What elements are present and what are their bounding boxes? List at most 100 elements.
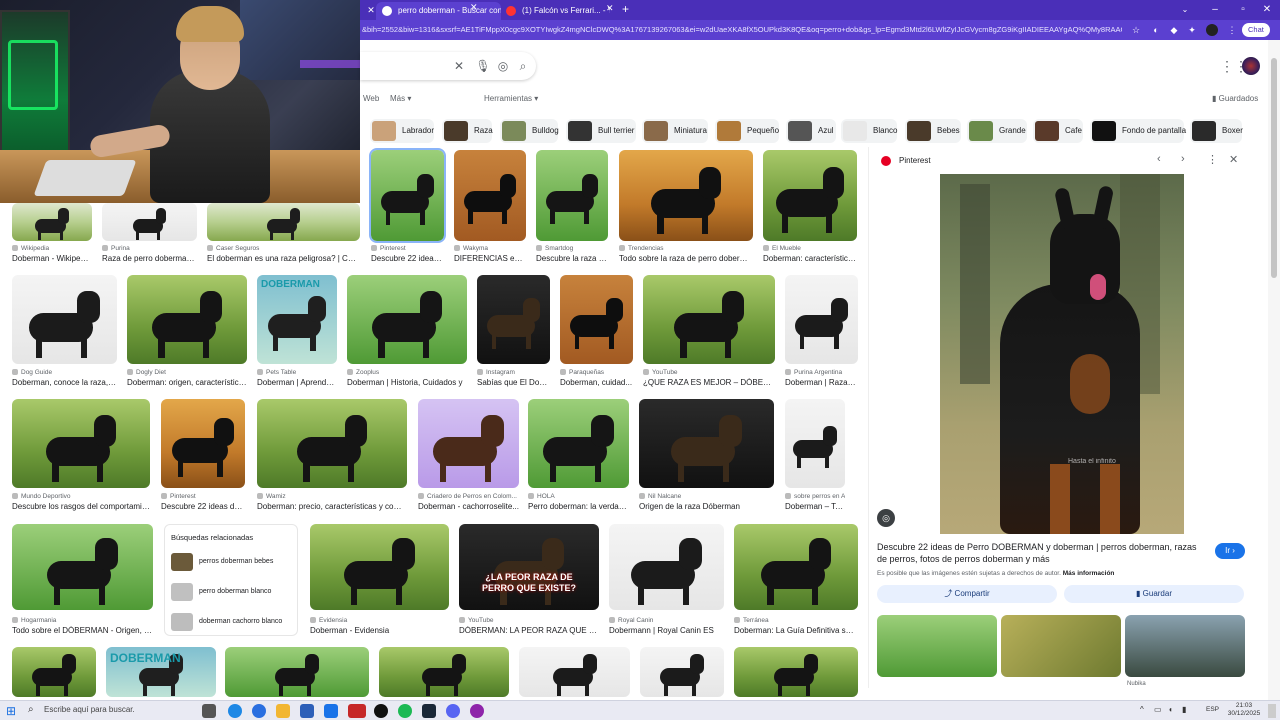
result-title[interactable]: Sabías que El Dob... (477, 378, 550, 387)
chip-boxer[interactable]: Boxer (1190, 119, 1243, 143)
result-thumbnail[interactable] (225, 647, 369, 697)
more-info-link[interactable]: Más información (1063, 570, 1115, 577)
result-source[interactable]: Criadero de Perros en Colom... (418, 493, 519, 500)
taskbar-search[interactable]: Escribe aquí para buscar. (44, 705, 135, 714)
result-title[interactable]: Doberman – Todo... (785, 502, 845, 511)
tab-search-chevron-icon[interactable]: ⌄ (1172, 0, 1198, 20)
menu-dots-icon[interactable]: ⋮ (1226, 24, 1238, 36)
result-thumbnail[interactable] (609, 524, 724, 610)
result-thumbnail[interactable] (310, 524, 449, 610)
result-title[interactable]: DÓBERMAN: LA PEOR RAZA QUE EXI... (459, 626, 599, 635)
chat-button[interactable]: Chat (1242, 23, 1270, 37)
search-box[interactable]: ✕ 🎙 ◎ ⌕ (360, 52, 536, 80)
result-source[interactable]: El Mueble (763, 245, 857, 252)
result-source[interactable]: Pinterest (161, 493, 245, 500)
result-thumbnail[interactable] (734, 524, 858, 610)
result-thumbnail[interactable] (12, 399, 150, 488)
result-title[interactable]: Origen de la raza Dóberman (639, 502, 774, 511)
result-source[interactable]: Royal Canin (609, 617, 724, 624)
result-source[interactable]: sobre perros en Al... (785, 493, 845, 500)
extensions-icon[interactable]: ◐ (1150, 24, 1162, 36)
result-title[interactable]: Doberman: La Guía Definitiva sobr... (734, 626, 858, 635)
lens-icon[interactable]: ◎ (494, 52, 512, 80)
related-image[interactable] (1001, 615, 1121, 677)
save-button[interactable]: ▮ Guardar (1064, 585, 1244, 603)
result-title[interactable]: ¿QUE RAZA ES MEJOR – DÓBER... (643, 378, 775, 387)
panel-title[interactable]: Descubre 22 ideas de Perro DOBERMAN y do… (877, 541, 1207, 565)
tray-chevron-icon[interactable]: ^ (1140, 705, 1144, 714)
result-thumbnail[interactable] (161, 399, 245, 488)
close-window-icon[interactable]: ✕ (1254, 0, 1280, 20)
share-button[interactable]: ⤴ Compartir (877, 585, 1057, 603)
chip-raza[interactable]: Raza (442, 119, 493, 143)
result-source[interactable]: Instagram (477, 369, 550, 376)
saved-link[interactable]: ▮ Guardados (1212, 94, 1258, 103)
chip-bulldog[interactable]: Bulldog (500, 119, 559, 143)
related-item[interactable]: doberman cachorro blanco (171, 611, 295, 633)
result-thumbnail[interactable] (379, 647, 509, 697)
clock[interactable]: 21:03 30/12/2025 (1224, 702, 1264, 718)
result-title[interactable]: Dobermann | Royal Canin ES (609, 626, 724, 635)
result-source[interactable]: Purina (102, 245, 197, 252)
result-thumbnail[interactable] (619, 150, 753, 241)
close-panel-icon[interactable]: ✕ (1229, 153, 1238, 166)
chip-bull-terrier[interactable]: Bull terrier (566, 119, 636, 143)
result-thumbnail[interactable]: ¿LA PEOR RAZA DE PERRO QUE EXISTE? (459, 524, 599, 610)
result-thumbnail[interactable] (369, 148, 446, 243)
nav-web[interactable]: Web (363, 94, 379, 103)
network-icon[interactable]: ▭ (1154, 705, 1162, 714)
result-title[interactable]: El doberman es una raza peligrosa? | Cas… (207, 254, 360, 263)
result-source[interactable]: Evidensia (310, 617, 449, 624)
related-image[interactable] (1125, 615, 1245, 677)
result-thumbnail[interactable] (560, 275, 633, 364)
prev-icon[interactable]: ‹ (1157, 153, 1161, 165)
page-scrollbar[interactable] (1268, 40, 1280, 700)
result-title[interactable]: Doberman, cuidad... (560, 378, 633, 387)
related-image[interactable] (877, 615, 997, 677)
result-thumbnail[interactable] (127, 275, 247, 364)
discord-icon[interactable] (446, 704, 460, 718)
preview-image[interactable]: Hasta el infinito (940, 174, 1184, 534)
result-source[interactable]: Hogarmania (12, 617, 153, 624)
maximize-icon[interactable]: ▫ (1230, 0, 1256, 20)
result-title[interactable]: Descubre los rasgos del comportamient... (12, 502, 150, 511)
result-source[interactable]: YouTube (459, 617, 599, 624)
result-title[interactable]: Doberman | Aprende... (257, 378, 337, 387)
steam-icon[interactable] (422, 704, 436, 718)
result-title[interactable]: Doberman: precio, características y comp… (257, 502, 407, 511)
result-source[interactable]: Nil Nalcane (639, 493, 774, 500)
result-thumbnail[interactable] (643, 275, 775, 364)
scrollbar-thumb[interactable] (1271, 58, 1277, 278)
url-field[interactable]: &bih=2552&biw=1316&sxsrf=AE1TiFMppX0cgc9… (362, 23, 1122, 37)
result-thumbnail[interactable] (418, 399, 519, 488)
search-icon[interactable]: ⌕ (514, 52, 532, 80)
result-source[interactable]: Dog Guide (12, 369, 117, 376)
result-title[interactable]: Doberman: origen, características... (127, 378, 247, 387)
result-title[interactable]: Doberman: característica... (763, 254, 857, 263)
result-title[interactable]: Descubre 22 ideas de... (161, 502, 245, 511)
explorer-icon[interactable] (276, 704, 290, 718)
chip-azul[interactable]: Azul (786, 119, 836, 143)
result-title[interactable]: Descubre 22 ideas... (371, 254, 444, 263)
language-indicator[interactable]: ESP (1206, 706, 1219, 713)
result-thumbnail[interactable] (734, 647, 858, 697)
chip-miniatura[interactable]: Miniatura (642, 119, 708, 143)
windows-start-icon[interactable]: ⊞ (6, 704, 16, 718)
result-thumbnail[interactable] (102, 203, 197, 241)
puzzle-icon[interactable]: ✦ (1186, 24, 1198, 36)
result-thumbnail[interactable] (639, 399, 774, 488)
search-icon[interactable]: ⌕ (28, 704, 34, 715)
result-title[interactable]: Todo sobre el DÓBERMAN - Origen, Ca... (12, 626, 153, 635)
result-title[interactable]: Doberman - cachorroselite... (418, 502, 519, 511)
related-item[interactable]: perros doberman bebes (171, 551, 295, 573)
result-thumbnail[interactable] (12, 524, 153, 610)
nav-tools[interactable]: Herramientas ▾ (484, 94, 538, 103)
result-thumbnail[interactable] (347, 275, 467, 364)
result-title[interactable]: Raza de perro doberman... (102, 254, 197, 263)
star-icon[interactable]: ☆ (1130, 24, 1142, 36)
result-source[interactable]: YouTube (643, 369, 775, 376)
mic-icon[interactable]: 🎙 (474, 52, 492, 80)
chip-cafe[interactable]: Cafe (1033, 119, 1083, 143)
chip-bebes[interactable]: Bebes (905, 119, 961, 143)
result-source[interactable]: Paraqueñas (560, 369, 633, 376)
